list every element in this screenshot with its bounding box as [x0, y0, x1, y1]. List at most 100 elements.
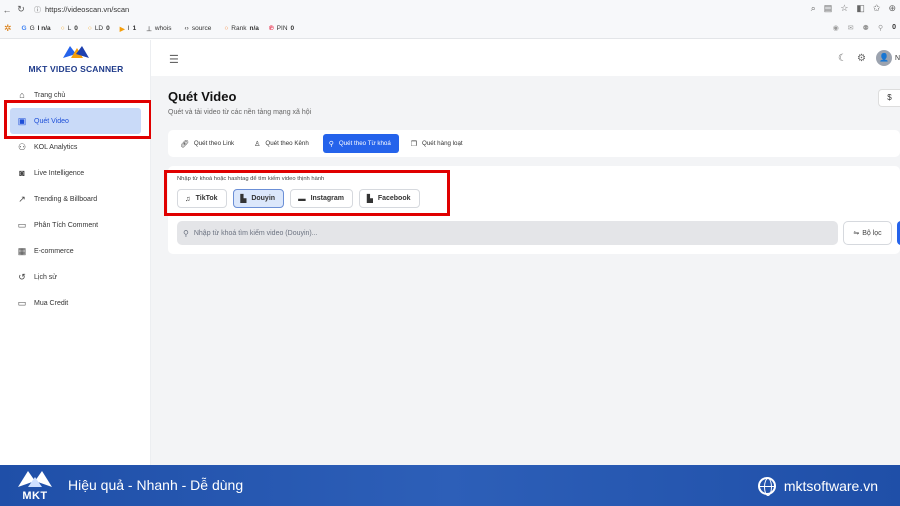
tab-label: Quét theo Link — [193, 140, 235, 147]
ext-label: I — [127, 25, 130, 32]
copy-icon: ❐ — [410, 140, 418, 148]
globe-icon — [757, 477, 776, 496]
trend-icon: ↗ — [18, 194, 26, 204]
pinterest-icon: ℗ — [268, 25, 274, 32]
home-icon: ⌂ — [19, 90, 25, 100]
ext-value: 0 — [290, 25, 295, 32]
browser-address-bar: ← ↻ ⓘ https://videoscan.vn/scan ⌕ ▤ ☆ ◧ … — [0, 0, 900, 19]
ext-item-7[interactable]: ℗ PIN 0 — [269, 25, 294, 32]
zoom-icon[interactable]: ⌕ — [811, 3, 816, 14]
gear-icon[interactable]: ⚙ — [857, 53, 866, 64]
ext-label: L — [67, 25, 72, 32]
circle-icon: ○ — [87, 25, 92, 32]
sidebar-item-7[interactable]: ↺ Lịch sử — [0, 264, 151, 290]
store-icon: ▦ — [17, 246, 27, 256]
ext-value: n/a — [249, 25, 259, 32]
user-initial: N — [894, 54, 900, 62]
extension-toolbar: ✲ GGI n/a ○ L 0 ○ LD 0 ▶ I 1 ⊥ whois ‹› source ○ Rank n/… — [0, 19, 900, 39]
tab-label: Quét theo Từ khoá — [338, 140, 391, 147]
footer-site-text: mktsoftware.vn — [783, 478, 878, 494]
favorites-icon[interactable]: ✩ — [873, 3, 881, 14]
logo-mark-icon — [63, 46, 89, 58]
footer-logo-text: MKT — [22, 490, 48, 502]
circle-icon: ○ — [60, 25, 65, 32]
sliders-icon: ⇋ — [853, 230, 860, 237]
sidebar-item-3[interactable]: ◙ Live Intelligence — [0, 160, 151, 186]
url-field[interactable]: https://videoscan.vn/scan — [45, 5, 129, 14]
settings-gear-icon[interactable]: ✲ — [4, 23, 12, 34]
ext-item-3[interactable]: ▶ I 1 — [120, 25, 136, 33]
bing-icon: ▶ — [119, 25, 125, 33]
users-icon: ⚇ — [17, 142, 27, 152]
sidebar-item-label: Phân Tích Comment — [34, 221, 99, 229]
search-placeholder: Nhập từ khoá tìm kiếm video (Douyin)... — [193, 229, 318, 237]
ext-label: PIN — [276, 25, 288, 32]
ext-item-4[interactable]: ⊥ whois — [146, 25, 174, 33]
site-info-icon[interactable]: ⓘ — [34, 5, 41, 15]
sidebar-item-5[interactable]: ▭ Phân Tích Comment — [0, 212, 151, 238]
page-title: Quét Video — [168, 89, 237, 104]
search-input[interactable]: ⚲ Nhập từ khoá tìm kiếm video (Douyin)..… — [177, 221, 838, 245]
ext-item-0[interactable]: GGI n/a — [22, 25, 51, 32]
ext-label: LD — [94, 25, 104, 32]
brand-name: MKT VIDEO SCANNER — [28, 64, 124, 74]
sidebar-item-label: KOL Analytics — [34, 143, 78, 151]
dark-mode-icon[interactable]: ☾ — [838, 53, 847, 64]
tab-0[interactable]: 🔗︎ Quét theo Link — [174, 134, 242, 153]
ext-shield-icon[interactable]: ◉ — [833, 24, 839, 32]
sidebar-item-6[interactable]: ▦ E-commerce — [0, 238, 151, 264]
split-icon[interactable]: ◧ — [856, 3, 865, 14]
ext-label: Rank — [231, 25, 247, 32]
whois-icon: ⊥ — [146, 25, 152, 33]
camera-icon: ◙ — [19, 168, 25, 178]
tab-3[interactable]: ❐ Quét hàng loạt — [405, 134, 471, 153]
filter-button[interactable]: ⇋ Bộ lọc — [843, 221, 892, 245]
search-icon: ⚲ — [328, 140, 334, 148]
user-icon: ♙ — [254, 140, 261, 148]
ext-count: 0 — [892, 24, 896, 31]
page-subtitle: Quét và tải video từ các nền tảng mạng x… — [168, 109, 312, 116]
sidebar-item-4[interactable]: ↗ Trending & Billboard — [0, 186, 151, 212]
app-root: ← ↻ ⓘ https://videoscan.vn/scan ⌕ ▤ ☆ ◧ … — [0, 0, 900, 506]
credit-button[interactable]: $ — [878, 89, 900, 107]
ext-label: whois — [154, 25, 172, 32]
link-icon: 🔗︎ — [180, 140, 189, 148]
history-icon: ↺ — [18, 272, 26, 282]
footer-logo-mark-icon — [18, 471, 52, 487]
avatar[interactable]: 👤 — [875, 50, 892, 66]
ext-item-2[interactable]: ○ LD 0 — [88, 25, 110, 32]
code-icon: ‹› — [184, 25, 189, 32]
card-icon: ▭ — [17, 298, 27, 308]
tab-label: Quét hàng loạt — [422, 140, 463, 147]
sidebar-item-label: Mua Credit — [34, 299, 69, 307]
ext-label: source — [191, 25, 212, 32]
sidebar-item-label: Trang chủ — [34, 91, 66, 99]
back-icon[interactable]: ← — [0, 5, 14, 15]
profile-icon[interactable]: ⊕ — [888, 3, 896, 14]
hamburger-menu-icon[interactable]: ☰ — [169, 53, 179, 66]
ext-value: 0 — [74, 25, 78, 32]
ext-item-1[interactable]: ○ L 0 — [61, 25, 78, 32]
highlight-box-platforms — [164, 170, 450, 216]
ext-user-icon[interactable]: ⚉ — [863, 24, 869, 32]
ext-mail-icon[interactable]: ✉ — [848, 24, 854, 32]
comment-icon: ▭ — [17, 220, 27, 230]
star-icon[interactable]: ☆ — [840, 3, 848, 14]
sidebar-item-label: Lịch sử — [34, 273, 57, 281]
ext-link-icon[interactable]: ⚲ — [878, 24, 883, 32]
tab-1[interactable]: ♙ Quét theo Kênh — [248, 134, 317, 153]
sidebar-item-8[interactable]: ▭ Mua Credit — [0, 290, 151, 316]
ext-item-5[interactable]: ‹› source — [184, 25, 214, 32]
ext-item-6[interactable]: ○ Rank n/a — [224, 25, 259, 32]
footer-banner: MKT Hiệu quả - Nhanh - Dễ dùng mktsoftwa… — [0, 465, 900, 506]
brand-logo[interactable]: MKT VIDEO SCANNER — [22, 44, 130, 74]
footer-logo: MKT — [16, 469, 54, 502]
reload-icon[interactable]: ↻ — [14, 4, 28, 15]
tab-2[interactable]: ⚲ Quét theo Từ khoá — [322, 134, 399, 153]
reader-icon[interactable]: ▤ — [824, 3, 833, 14]
circle-icon: ○ — [224, 25, 229, 32]
filter-label: Bộ lọc — [862, 229, 882, 237]
ext-value: 0 — [106, 25, 110, 32]
footer-site: mktsoftware.vn — [757, 477, 878, 496]
scan-mode-tabs: 🔗︎ Quét theo Link ♙ Quét theo Kênh ⚲ Quét the… — [168, 130, 900, 157]
